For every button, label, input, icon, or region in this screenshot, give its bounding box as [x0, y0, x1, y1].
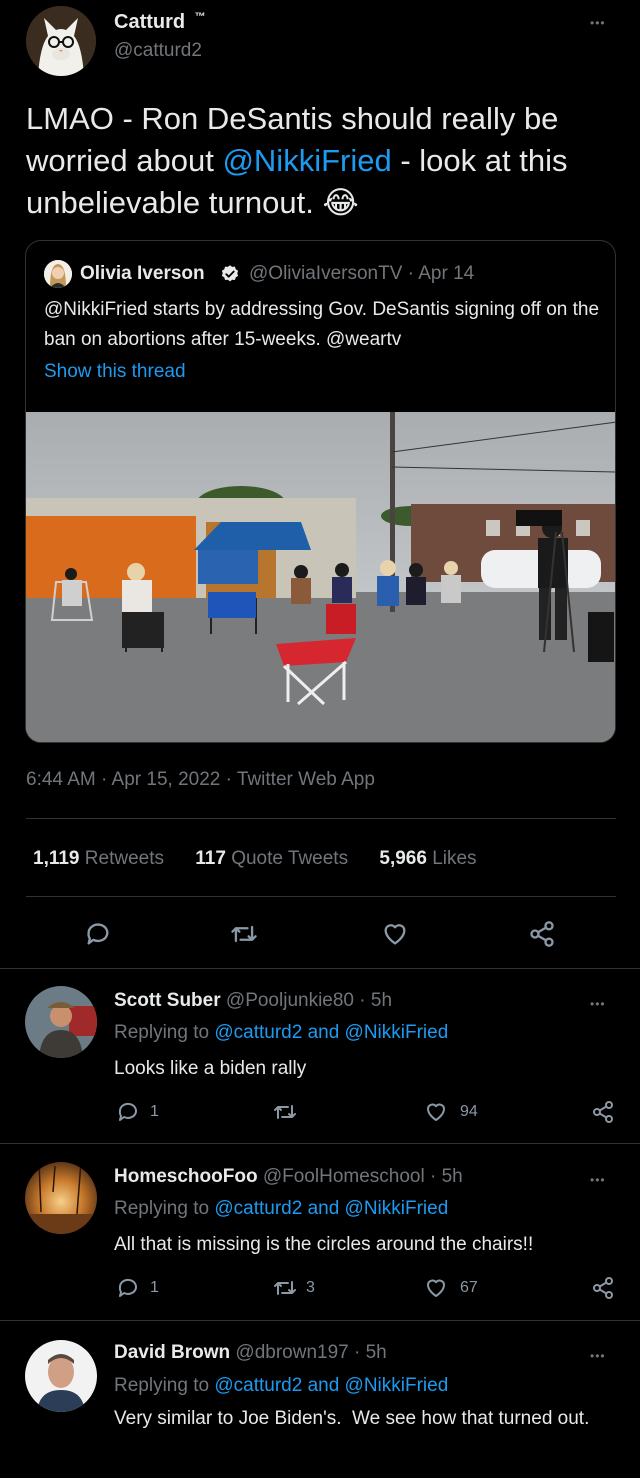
author-name-text: Catturd [114, 11, 186, 33]
stats-bottom-divider [26, 896, 616, 897]
reply-divider [0, 1143, 640, 1144]
reply-avatar[interactable] [25, 1162, 97, 1234]
reply-time[interactable]: · 5h [430, 1166, 463, 1187]
reply-author-handle[interactable]: @Pooljunkie80 [226, 990, 354, 1011]
sunset-avatar-icon [25, 1162, 97, 1234]
like-icon[interactable] [424, 1276, 448, 1300]
person-avatar-icon [25, 986, 97, 1058]
quoted-author-name[interactable]: Olivia Iverson [80, 263, 205, 285]
replying-to: Replying to @catturd2 and @NikkiFried [114, 1022, 448, 1044]
laughing-emoji-icon: 😂 [322, 185, 359, 220]
tweet-stats: 1,119 Retweets 117 Quote Tweets 5,966 Li… [33, 848, 477, 870]
person-avatar-icon [44, 260, 72, 288]
retweet-count: 3 [306, 1279, 315, 1296]
person-avatar-icon [25, 1340, 97, 1412]
tweet-text: LMAO - Ron DeSantis should really be wor… [26, 98, 616, 224]
quotes-label: Quote Tweets [231, 848, 349, 869]
retweets-label: Retweets [84, 848, 164, 869]
author-name[interactable]: Catturd ™ [114, 11, 206, 34]
reply-text: Looks like a biden rally [114, 1058, 307, 1079]
replying-to-users[interactable]: @catturd2 and @NikkiFried [214, 1198, 448, 1219]
reply-header: HomeschooFoo @FoolHomeschool · 5h [114, 1166, 463, 1188]
reply-text: All that is missing is the circles aroun… [114, 1234, 534, 1255]
reply-text: Very similar to Joe Biden's. We see how … [114, 1408, 590, 1429]
quotes-count: 117 [195, 848, 226, 869]
likes-stat[interactable]: 5,966 Likes [379, 848, 476, 869]
replying-to-users[interactable]: @catturd2 and @NikkiFried [214, 1375, 448, 1396]
reply-author-name[interactable]: HomeschooFoo [114, 1166, 258, 1187]
author-avatar[interactable] [26, 6, 96, 76]
share-icon[interactable] [528, 920, 556, 948]
replying-to-prefix: Replying to [114, 1375, 215, 1396]
replying-to: Replying to @catturd2 and @NikkiFried [114, 1375, 448, 1397]
quoted-text: @NikkiFried starts by addressing Gov. De… [44, 299, 600, 350]
retweet-icon[interactable] [272, 1100, 298, 1124]
quotes-stat[interactable]: 117 Quote Tweets [195, 848, 348, 869]
reply-header: David Brown @dbrown197 · 5h [114, 1342, 387, 1364]
reply-count: 1 [150, 1103, 159, 1120]
more-options-icon[interactable]: ••• [590, 17, 606, 29]
share-icon[interactable] [591, 1276, 615, 1300]
reply-count: 1 [150, 1279, 159, 1296]
show-thread-link[interactable]: Show this thread [44, 361, 186, 383]
reply-header: Scott Suber @Pooljunkie80 · 5h [114, 990, 392, 1012]
quoted-author-meta: @OliviaIversonTV · Apr 14 [249, 263, 474, 285]
more-options-icon[interactable]: ••• [590, 1350, 606, 1362]
mention-link[interactable]: @NikkiFried [222, 143, 391, 178]
replying-to-prefix: Replying to [114, 1022, 215, 1043]
trademark-badge: ™ [194, 11, 206, 24]
main-tweet-divider [0, 968, 640, 969]
quoted-author-handle[interactable]: @OliviaIversonTV [249, 263, 402, 284]
reply-icon[interactable] [116, 1100, 140, 1124]
like-icon[interactable] [381, 920, 409, 948]
retweets-stat[interactable]: 1,119 Retweets [33, 848, 164, 869]
share-icon[interactable] [591, 1100, 615, 1124]
quoted-tweet-card[interactable]: Olivia Iverson @OliviaIversonTV · Apr 14… [25, 240, 616, 743]
reply-divider [0, 1320, 640, 1321]
reply-author-handle[interactable]: @dbrown197 [235, 1342, 348, 1363]
likes-count: 5,966 [379, 848, 427, 869]
stats-top-divider [26, 818, 616, 819]
reply-avatar[interactable] [25, 986, 97, 1058]
replying-to-users[interactable]: @catturd2 and @NikkiFried [214, 1022, 448, 1043]
replying-to-prefix: Replying to [114, 1198, 215, 1219]
more-options-icon[interactable]: ••• [590, 1174, 606, 1186]
more-options-icon[interactable]: ••• [590, 998, 606, 1010]
like-count: 67 [460, 1279, 478, 1296]
cat-avatar-icon [26, 6, 96, 76]
author-handle[interactable]: @catturd2 [114, 40, 202, 62]
like-icon[interactable] [424, 1100, 448, 1124]
replying-to: Replying to @catturd2 and @NikkiFried [114, 1198, 448, 1220]
reply-author-handle[interactable]: @FoolHomeschool [263, 1166, 425, 1187]
reply-icon[interactable] [116, 1276, 140, 1300]
retweet-icon[interactable] [229, 920, 259, 948]
verified-badge-icon [221, 265, 239, 282]
quoted-avatar[interactable] [44, 260, 72, 288]
likes-label: Likes [432, 848, 477, 869]
quoted-date[interactable]: · Apr 14 [408, 263, 475, 284]
reply-author-name[interactable]: David Brown [114, 1342, 230, 1363]
reply-time[interactable]: · 5h [359, 990, 392, 1011]
like-count: 94 [460, 1103, 478, 1120]
retweet-icon[interactable] [272, 1276, 298, 1300]
quoted-photo[interactable] [26, 412, 616, 743]
reply-avatar[interactable] [25, 1340, 97, 1412]
reply-icon[interactable] [84, 920, 112, 948]
tweet-timestamp[interactable]: 6:44 AM · Apr 15, 2022 · Twitter Web App [26, 769, 375, 791]
retweets-count: 1,119 [33, 848, 80, 869]
reply-time[interactable]: · 5h [354, 1342, 387, 1363]
reply-author-name[interactable]: Scott Suber [114, 990, 221, 1011]
